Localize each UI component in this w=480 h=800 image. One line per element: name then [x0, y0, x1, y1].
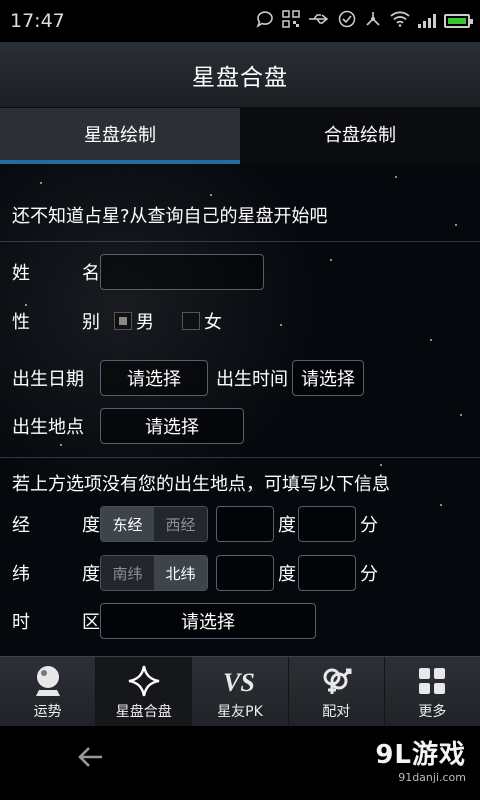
timezone-label: 时区	[12, 612, 100, 633]
timezone-row: 时区 请选择	[12, 603, 316, 639]
north-latitude-option[interactable]: 北纬	[154, 556, 207, 590]
note-text: 若上方选项没有您的出生地点，可填写以下信息	[12, 474, 390, 495]
birth-date-select[interactable]: 请选择	[100, 360, 208, 396]
latitude-degree-input[interactable]	[216, 555, 274, 591]
signal-icon	[418, 14, 436, 28]
female-checkbox[interactable]	[182, 312, 200, 330]
nav-match[interactable]: 配对	[289, 657, 385, 726]
nav-label: 运势	[33, 703, 62, 720]
watermark-url: 91danji.com	[398, 771, 466, 784]
latitude-label: 纬度	[12, 564, 100, 585]
nav-label: 星友PK	[217, 703, 263, 720]
birth-place-label: 出生地点	[12, 417, 84, 438]
svg-text:VS: VS	[223, 668, 255, 696]
south-latitude-option[interactable]: 南纬	[101, 556, 154, 590]
latitude-row: 纬度 南纬 北纬 度 分	[12, 555, 378, 591]
birth-place-select[interactable]: 请选择	[100, 408, 244, 444]
nav-more[interactable]: 更多	[385, 657, 480, 726]
nav-label: 更多	[418, 703, 447, 720]
check-circle-icon	[338, 10, 356, 32]
wifi-icon	[390, 11, 410, 31]
gender-label: 性别	[12, 312, 100, 333]
title-bar: 星盘合盘	[0, 42, 480, 108]
network-icon	[364, 10, 382, 32]
name-label: 姓名	[12, 263, 100, 284]
female-label: 女	[204, 312, 222, 333]
male-option[interactable]: 男	[114, 308, 154, 334]
star-icon	[127, 663, 161, 699]
divider	[0, 241, 480, 242]
west-longitude-option[interactable]: 西经	[154, 507, 207, 541]
note-row: 若上方选项没有您的出生地点，可填写以下信息	[12, 470, 390, 496]
longitude-minute-input[interactable]	[298, 506, 356, 542]
timezone-select[interactable]: 请选择	[100, 603, 316, 639]
form-panel: 还不知道占星?从查询自己的星盘开始吧 姓名 性别 男 女 出生日期 请选择 出生…	[0, 164, 480, 656]
male-checkbox[interactable]	[114, 312, 132, 330]
longitude-row: 经度 东经 西经 度 分	[12, 506, 378, 542]
tab-bar: 星盘绘制 合盘绘制	[0, 108, 480, 164]
back-arrow-icon[interactable]	[76, 742, 106, 776]
nav-chart[interactable]: 星盘合盘	[96, 657, 193, 726]
status-time: 17:47	[10, 10, 65, 32]
gender-row: 性别 男 女	[12, 308, 222, 334]
nav-fortune[interactable]: 运势	[0, 657, 97, 726]
latitude-toggle[interactable]: 南纬 北纬	[100, 555, 208, 591]
intro-row: 还不知道占星?从查询自己的星盘开始吧	[12, 202, 328, 228]
latitude-minute-input[interactable]	[298, 555, 356, 591]
battery-icon	[444, 14, 473, 28]
name-input[interactable]	[100, 254, 264, 290]
degree-unit: 度	[278, 564, 296, 585]
status-icons	[256, 10, 473, 32]
tab-label: 合盘绘制	[324, 125, 396, 146]
birth-time-label: 出生时间	[216, 369, 288, 390]
watermark-logo: 9L游戏	[375, 740, 466, 770]
watermark: 9L游戏 91danji.com	[375, 734, 466, 784]
birth-date-row: 出生日期 请选择 出生时间 请选择	[12, 360, 364, 396]
nav-label: 配对	[322, 703, 351, 720]
tab-label: 星盘绘制	[84, 125, 156, 146]
status-bar: 17:47	[0, 0, 480, 42]
gender-pair-icon	[319, 663, 353, 699]
nav-label: 星盘合盘	[115, 703, 172, 720]
bottom-nav: 运势 星盘合盘 VS 星友PK 配对 更多	[0, 656, 480, 726]
minute-unit: 分	[360, 564, 378, 585]
system-nav-bar: 9L游戏 91danji.com	[0, 726, 480, 800]
vs-icon: VS	[222, 663, 258, 699]
crystal-ball-icon	[33, 663, 63, 699]
tab-chart-draw[interactable]: 星盘绘制	[0, 108, 240, 164]
east-longitude-option[interactable]: 东经	[101, 507, 154, 541]
longitude-toggle[interactable]: 东经 西经	[100, 506, 208, 542]
longitude-label: 经度	[12, 515, 100, 536]
nav-pk[interactable]: VS 星友PK	[192, 657, 289, 726]
birth-place-row: 出生地点 请选择	[12, 408, 244, 444]
female-option[interactable]: 女	[182, 308, 222, 334]
degree-unit: 度	[278, 515, 296, 536]
chat-bubble-icon	[256, 10, 274, 32]
intro-text: 还不知道占星?从查询自己的星盘开始吧	[12, 206, 328, 227]
page-title: 星盘合盘	[192, 64, 288, 91]
name-row: 姓名	[12, 254, 264, 290]
longitude-degree-input[interactable]	[216, 506, 274, 542]
birth-date-label: 出生日期	[12, 369, 84, 390]
minute-unit: 分	[360, 515, 378, 536]
divider	[0, 457, 480, 458]
tab-synastry-draw[interactable]: 合盘绘制	[240, 108, 480, 164]
usb-icon	[308, 12, 330, 30]
grid-icon	[417, 663, 447, 699]
qr-code-icon	[282, 10, 300, 32]
male-label: 男	[136, 312, 154, 333]
birth-time-select[interactable]: 请选择	[292, 360, 364, 396]
